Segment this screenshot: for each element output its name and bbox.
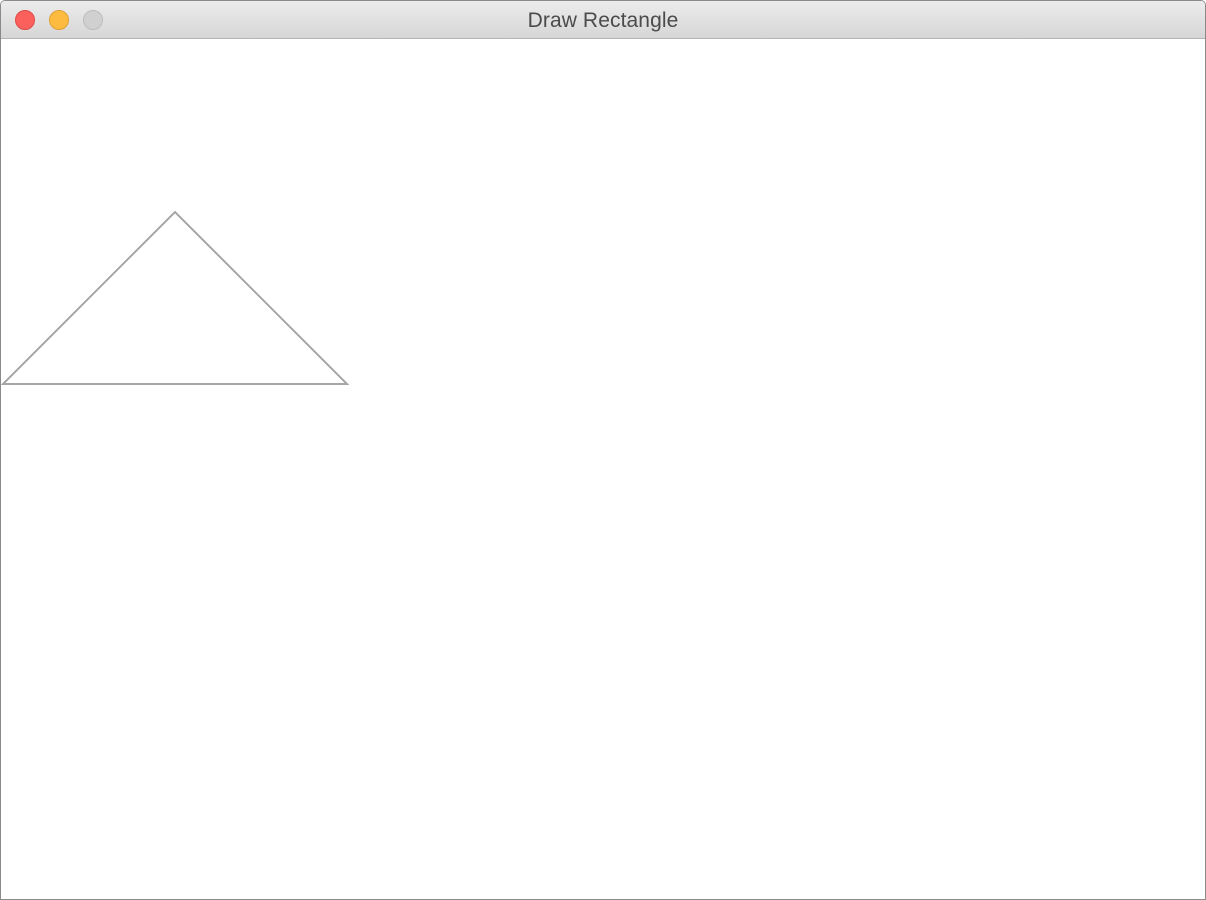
window-title: Draw Rectangle	[527, 9, 679, 32]
drawing-canvas[interactable]	[1, 39, 1205, 899]
app-window: Draw Rectangle	[0, 0, 1206, 900]
title-bar[interactable]: Draw Rectangle	[1, 1, 1205, 39]
triangle-shape[interactable]	[1, 210, 350, 385]
canvas-svg	[1, 210, 350, 385]
